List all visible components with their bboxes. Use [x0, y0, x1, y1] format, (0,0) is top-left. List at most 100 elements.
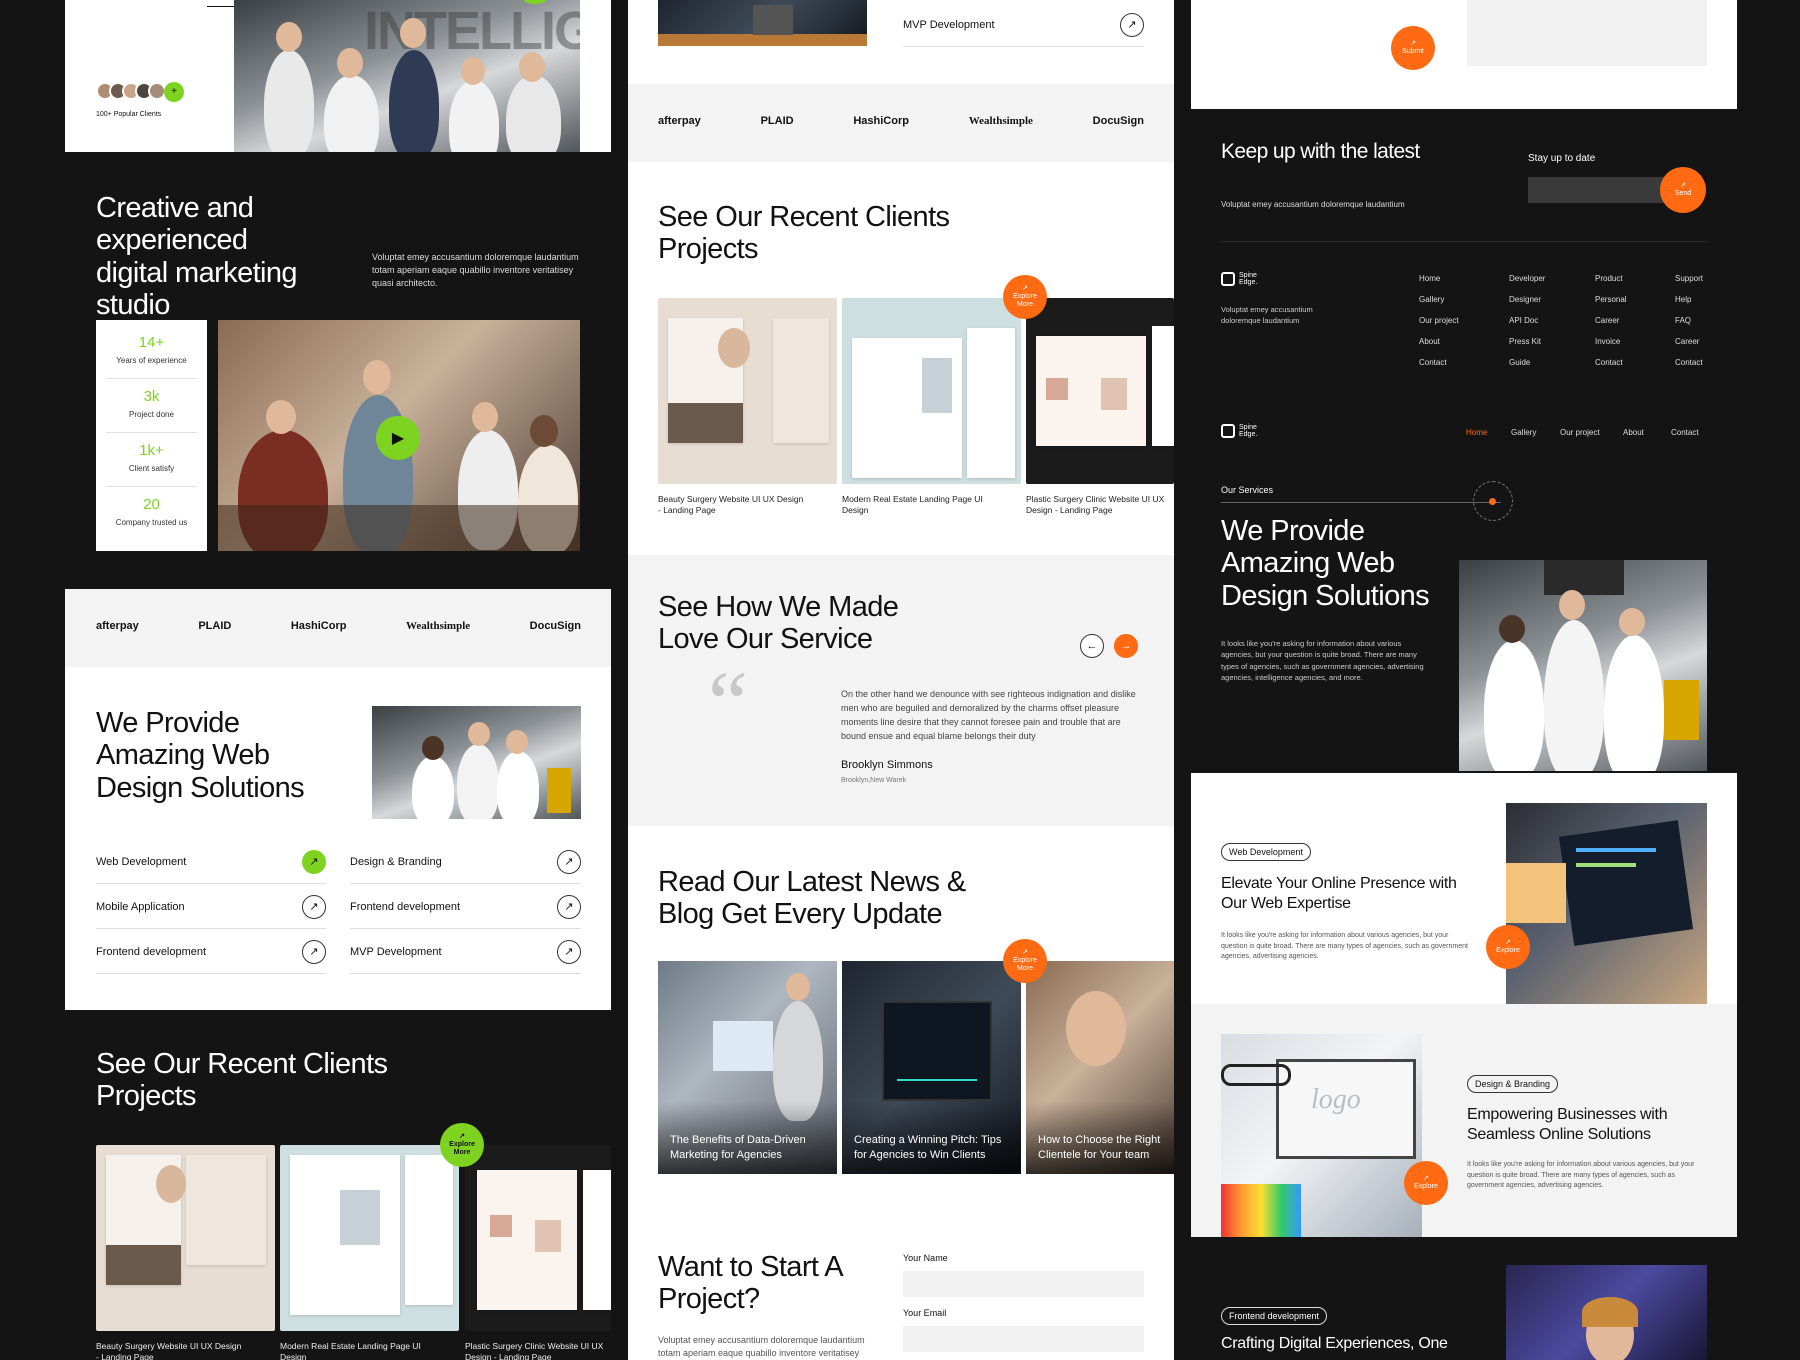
wealthsimple-logo: Wealthsimple: [405, 620, 471, 632]
project-thumb[interactable]: [842, 298, 1021, 484]
contact-title: Want to Start A Project?: [658, 1251, 842, 1316]
services-description: It looks like you're asking for informat…: [1221, 639, 1424, 682]
services-title: We Provide Amazing Web Design Solutions: [96, 707, 305, 804]
service-row[interactable]: Mobile Application ↗: [96, 885, 326, 929]
footer-link[interactable]: Designer: [1509, 289, 1545, 310]
email-input[interactable]: [903, 1326, 1144, 1352]
afterpay-logo: afterpay: [96, 620, 139, 632]
news-card[interactable]: Creating a Winning Pitch: Tips for Agenc…: [842, 961, 1021, 1174]
testimonial-quote: On the other hand we denounce with see r…: [841, 689, 1136, 741]
service-tag: Frontend development: [1221, 1307, 1328, 1325]
project-caption: Beauty Surgery Website UI UX Design - La…: [96, 1341, 242, 1360]
explore-more-button[interactable]: ↗ Explore More: [440, 1123, 484, 1167]
logo-sketch: logo: [1311, 1084, 1361, 1115]
footer-link[interactable]: Career: [1675, 331, 1703, 352]
arrow-icon[interactable]: ↗: [302, 894, 326, 919]
nav-home[interactable]: Home: [1466, 428, 1487, 437]
explore-button[interactable]: ↗ Explore: [1404, 1161, 1448, 1205]
developer-photo: [1506, 1265, 1707, 1360]
card-title: Elevate Your Online Presence with Our We…: [1221, 875, 1457, 912]
meeting-video[interactable]: ▶: [218, 320, 580, 551]
message-input[interactable]: [1467, 0, 1707, 66]
project-thumb[interactable]: [96, 1145, 275, 1331]
nav-logo[interactable]: Spine Edge.: [1221, 424, 1267, 438]
nav-gallery[interactable]: Gallery: [1511, 428, 1536, 437]
submit-button[interactable]: ↗ Submit: [1391, 26, 1435, 70]
footer-link[interactable]: Help: [1675, 289, 1703, 310]
news-card[interactable]: How to Choose the Right Clientele for Yo…: [1026, 961, 1174, 1174]
explore-more-button[interactable]: ↗ Explore More: [1003, 275, 1047, 319]
logo-design-photo: logo: [1221, 1034, 1422, 1237]
footer-link[interactable]: Contact: [1419, 352, 1459, 373]
nav-contact[interactable]: Contact: [1671, 428, 1699, 437]
clients-label: 100+ Popular Clients: [96, 111, 162, 118]
service-row[interactable]: Web Development ↗: [96, 840, 326, 884]
footer-link[interactable]: Support: [1675, 268, 1703, 289]
project-thumb[interactable]: [465, 1145, 611, 1331]
service-label: Frontend development: [350, 900, 461, 913]
footer-link[interactable]: About: [1419, 331, 1459, 352]
services-eyebrow: Our Services: [1221, 485, 1274, 495]
studio-description: Voluptat emey accusantium doloremque lau…: [372, 252, 579, 289]
hashicorp-logo: HashiCorp: [853, 115, 909, 127]
arrow-icon[interactable]: ↗: [557, 894, 581, 919]
prev-arrow-icon[interactable]: ←: [1080, 634, 1104, 658]
service-row[interactable]: MVP Development ↗: [903, 3, 1144, 47]
explore-more-button[interactable]: ↗ Explore More: [1003, 939, 1047, 983]
wealthsimple-logo: Wealthsimple: [968, 115, 1033, 127]
footer-link[interactable]: Guide: [1509, 352, 1545, 373]
play-icon[interactable]: ▶: [376, 416, 420, 460]
service-row[interactable]: Frontend development ↗: [350, 885, 581, 929]
laptop-photo: [1506, 803, 1707, 1004]
footer-link[interactable]: Personal: [1595, 289, 1627, 310]
footer-logo[interactable]: Spine Edge.: [1221, 272, 1267, 286]
service-row[interactable]: Frontend development ↗: [96, 930, 326, 974]
footer-link[interactable]: API Doc: [1509, 310, 1545, 331]
send-button[interactable]: ↗ Send: [1660, 167, 1706, 213]
footer-link[interactable]: Contact: [1675, 352, 1703, 373]
project-caption: Beauty Surgery Website UI UX Design - La…: [658, 494, 804, 516]
footer-link[interactable]: Contact: [1595, 352, 1627, 373]
arrow-icon[interactable]: ↗: [302, 939, 326, 964]
project-thumb[interactable]: [280, 1145, 459, 1331]
logo-strip: afterpay PLAID HashiCorp Wealthsimple Do…: [65, 589, 611, 667]
footer-link[interactable]: Press Kit: [1509, 331, 1545, 352]
logo-icon: [1221, 424, 1235, 438]
column-left: + 100+ Popular Clients INTELLIG Creative…: [65, 0, 611, 1360]
afterpay-logo: afterpay: [658, 115, 701, 127]
footer-link[interactable]: Our project: [1419, 310, 1459, 331]
hero-section: + 100+ Popular Clients INTELLIG: [65, 0, 611, 152]
project-thumb[interactable]: [1026, 298, 1174, 484]
logo-icon: [1221, 272, 1235, 286]
plus-icon[interactable]: +: [164, 82, 184, 102]
footer-link[interactable]: Home: [1419, 268, 1459, 289]
footer-link[interactable]: Gallery: [1419, 289, 1459, 310]
footer-link[interactable]: Career: [1595, 310, 1627, 331]
footer-col: Home Gallery Our project About Contact: [1419, 268, 1459, 373]
news-caption: How to Choose the Right Clientele for Yo…: [1038, 1134, 1161, 1161]
news-caption: The Benefits of Data-Driven Marketing fo…: [670, 1134, 806, 1161]
arrow-icon[interactable]: ↗: [1120, 12, 1144, 37]
service-row[interactable]: MVP Development ↗: [350, 930, 581, 974]
team-photo: INTELLIG: [234, 0, 580, 152]
studio-title: Creative and experienced digital marketi…: [96, 192, 326, 322]
project-thumb[interactable]: [658, 298, 837, 484]
service-row[interactable]: Design & Branding ↗: [350, 840, 581, 884]
stat-label: Client satisfy: [128, 464, 175, 473]
arrow-icon[interactable]: ↗: [557, 849, 581, 874]
newsletter-description: Voluptat emey accusantium doloremque lau…: [1221, 200, 1405, 209]
nav-about[interactable]: About: [1623, 428, 1644, 437]
news-card[interactable]: The Benefits of Data-Driven Marketing fo…: [658, 961, 837, 1174]
footer-link[interactable]: Invoice: [1595, 331, 1627, 352]
quote-icon: “: [708, 654, 748, 753]
arrow-icon[interactable]: ↗: [557, 939, 581, 964]
name-input[interactable]: [903, 1271, 1144, 1297]
next-arrow-icon[interactable]: →: [1114, 634, 1138, 658]
newsletter-input[interactable]: [1528, 177, 1678, 203]
explore-button[interactable]: ↗ Explore: [1486, 925, 1530, 969]
footer-link[interactable]: Product: [1595, 268, 1627, 289]
footer-link[interactable]: Developer: [1509, 268, 1545, 289]
footer-link[interactable]: FAQ: [1675, 310, 1703, 331]
arrow-icon[interactable]: ↗: [302, 849, 326, 874]
nav-our-project[interactable]: Our project: [1560, 428, 1600, 437]
